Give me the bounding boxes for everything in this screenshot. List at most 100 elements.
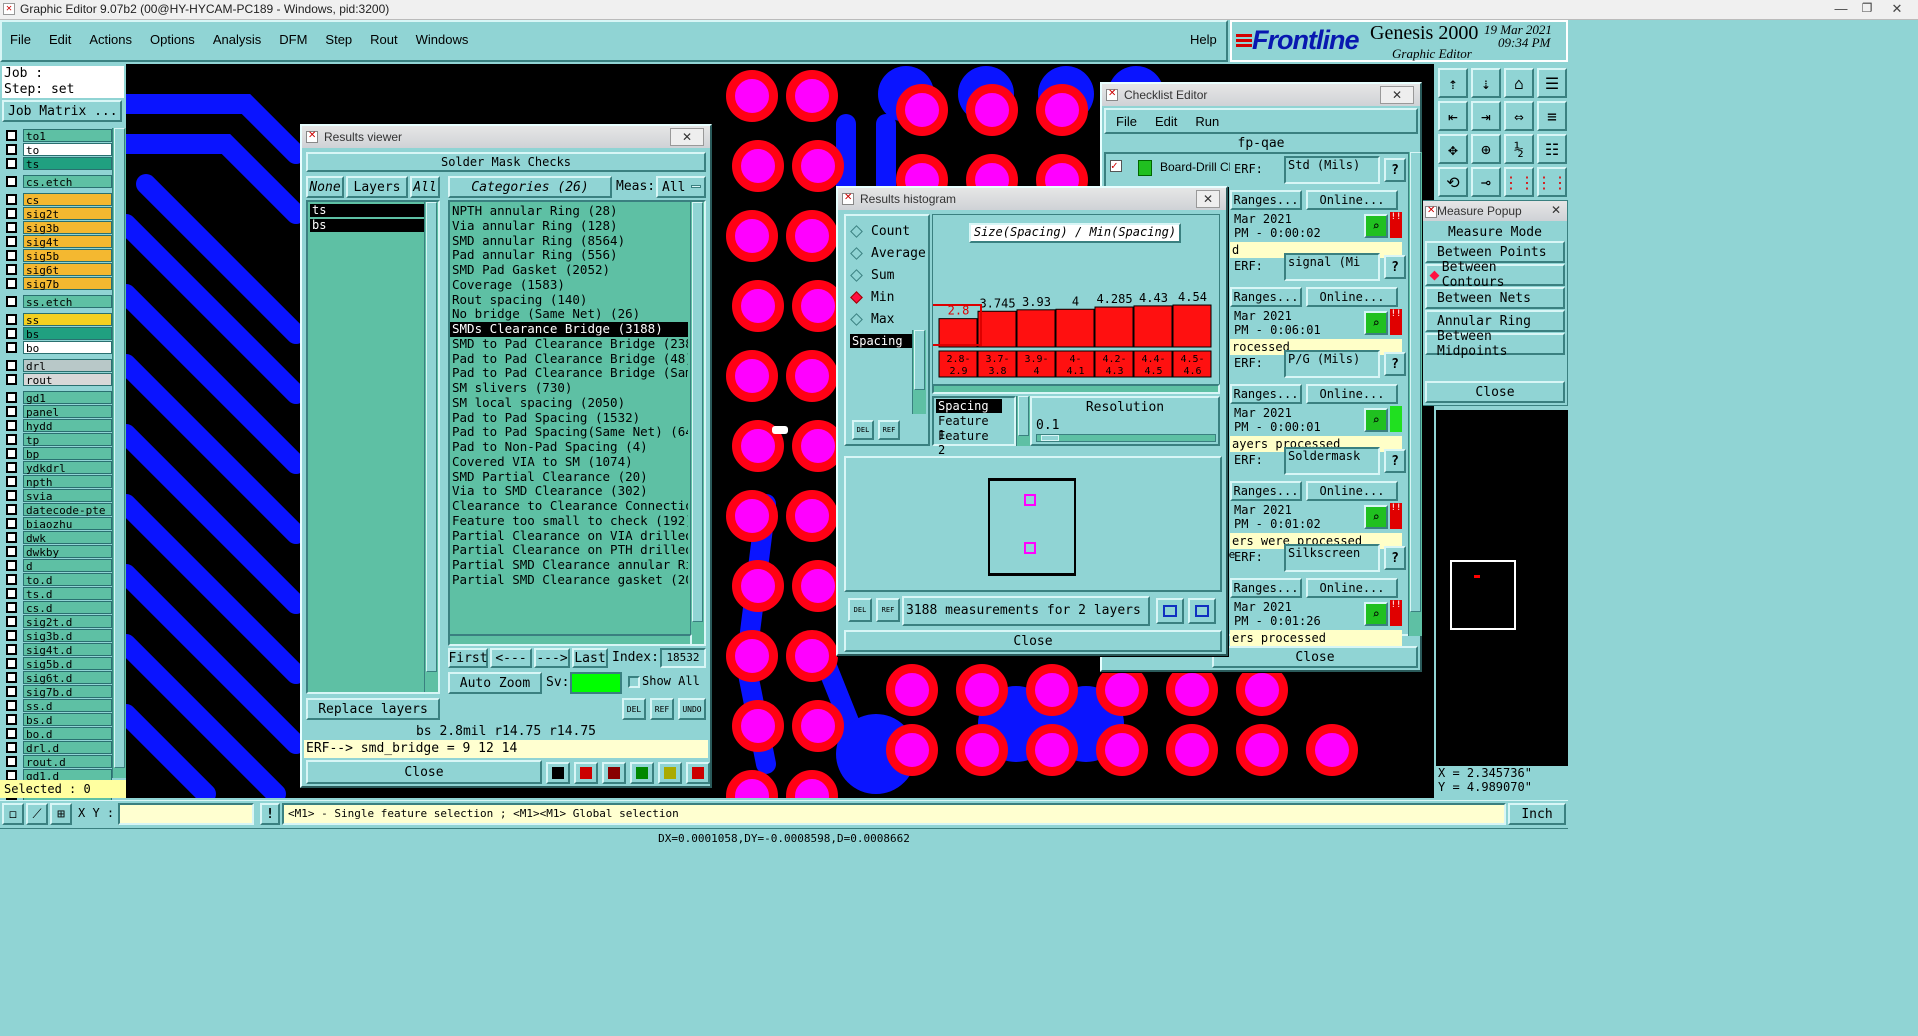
category-item[interactable]: Partial SMD Clearance annular Rin (450, 558, 688, 573)
ranges-button[interactable]: Ranges... (1230, 481, 1302, 501)
layer-checkbox[interactable] (6, 658, 17, 669)
stat-option-sum[interactable]: Sum (846, 264, 928, 286)
categories-button[interactable]: Categories (26) (448, 176, 612, 198)
zoom-tool-icon[interactable]: ◻ (2, 803, 24, 825)
menu-actions[interactable]: Actions (89, 32, 132, 47)
layer-row[interactable]: cs (0, 193, 112, 207)
layer-row[interactable]: rout (0, 373, 112, 387)
stat-option-max[interactable]: Max (846, 308, 928, 330)
histogram-close-x[interactable]: ✕ (1196, 190, 1220, 208)
layer-checkbox[interactable] (6, 574, 17, 585)
category-item[interactable]: Pad to Pad Clearance Bridge (Same (450, 366, 688, 381)
layer-checkbox[interactable] (6, 616, 17, 627)
category-item[interactable]: Clearance to Clearance Connection (450, 499, 688, 514)
home-icon[interactable]: ⌂ (1504, 68, 1534, 98)
minimize-button[interactable]: — (1830, 1, 1852, 17)
layer-row[interactable]: svia (0, 489, 112, 503)
layer-name[interactable]: to.d (23, 573, 112, 587)
apply-tool-icon[interactable] (630, 762, 654, 784)
layer-row[interactable]: npth (0, 475, 112, 489)
layer-name[interactable]: ts.d (23, 587, 112, 601)
ranges-button[interactable]: Ranges... (1230, 384, 1302, 404)
layer-row[interactable]: bp (0, 447, 112, 461)
layer-checkbox[interactable] (6, 504, 17, 515)
none-button[interactable]: None (306, 176, 344, 198)
layer-row[interactable]: d (0, 559, 112, 573)
layer-checkbox[interactable] (6, 434, 17, 445)
field-item[interactable]: Feature 2 (936, 429, 1002, 457)
layer-name[interactable]: sig3b.d (23, 629, 112, 643)
layer-name[interactable]: sig6t.d (23, 671, 112, 685)
help-button[interactable]: ? (1384, 158, 1406, 182)
layer-checkbox[interactable] (6, 644, 17, 655)
online-button[interactable]: Online... (1306, 578, 1398, 598)
category-item[interactable]: Via to SMD Clearance (302) (450, 484, 688, 499)
erf-value[interactable]: signal (Mi (1284, 253, 1380, 281)
route-icon[interactable]: ⋮⋮ (1536, 167, 1568, 197)
view-results-icon[interactable]: ⌕ (1364, 408, 1388, 432)
layer-select-list[interactable]: ts bs (306, 200, 440, 694)
menu-options[interactable]: Options (150, 32, 195, 47)
histogram-bar[interactable] (1172, 304, 1212, 348)
del-icon[interactable]: DEL (622, 698, 646, 720)
measure-mode-between-midpoints[interactable]: Between Midpoints (1425, 329, 1565, 359)
rv-layer-item[interactable]: bs (310, 219, 426, 232)
feature-preview[interactable] (844, 456, 1222, 592)
layer-name[interactable]: rout.d (23, 755, 112, 769)
layer-row[interactable]: sig4t.d (0, 643, 112, 657)
histogram-chart-area[interactable]: Size(Spacing) / Min(Spacing) 2.8 2.8- 2.9 3… (932, 214, 1220, 392)
layer-name[interactable]: drl.d (23, 741, 112, 755)
layer-name[interactable]: tp (23, 433, 112, 447)
category-item[interactable]: SM local spacing (2050) (450, 396, 688, 411)
units-dropdown[interactable]: Inch (1508, 803, 1566, 825)
layer-row[interactable]: bo (0, 341, 112, 355)
layer-checkbox[interactable] (6, 490, 17, 501)
category-item[interactable]: No bridge (Same Net) (26) (450, 307, 688, 322)
zoom-out-icon[interactable] (1188, 598, 1216, 624)
all-layers-button[interactable]: All (410, 176, 440, 198)
show-all-checkbox[interactable] (628, 676, 640, 688)
preview-ref-icon[interactable]: REF (876, 598, 900, 622)
center-icon[interactable]: ⊕ (1471, 134, 1501, 164)
layer-checkbox[interactable] (6, 756, 17, 767)
histogram-bar[interactable] (1016, 309, 1056, 348)
category-item[interactable]: Pad to Pad Spacing(Same Net) (64) (450, 425, 688, 440)
layer-checkbox[interactable] (6, 236, 17, 247)
ref-icon[interactable]: REF (650, 698, 674, 720)
layer-name[interactable]: ss.etch (23, 295, 112, 309)
layer-name[interactable]: to1 (23, 129, 112, 143)
layer-name[interactable]: sig2t.d (23, 615, 112, 629)
layer-checkbox[interactable] (6, 700, 17, 711)
chart-tool-icon[interactable] (686, 762, 710, 784)
first-button[interactable]: First (448, 648, 488, 668)
layer-name[interactable]: bo (23, 341, 112, 355)
histogram-bar[interactable] (938, 318, 978, 348)
layer-row[interactable]: sig2t (0, 207, 112, 221)
layer-row[interactable]: sig2t.d (0, 615, 112, 629)
index-field[interactable]: 18532 (660, 648, 706, 668)
layer-row[interactable]: sig5b.d (0, 657, 112, 671)
layer-name[interactable]: datecode-pte (23, 503, 112, 517)
view-results-icon[interactable]: ⌕ (1364, 214, 1388, 238)
measure-mode-between-contours[interactable]: Between Contours (1425, 260, 1565, 290)
last-button[interactable]: Last (572, 648, 608, 668)
layer-row[interactable]: sig3b.d (0, 629, 112, 643)
sv-color-dropdown[interactable] (570, 672, 622, 694)
layer-name[interactable]: ydkdrl (23, 461, 112, 475)
erf-value[interactable]: Soldermask (1284, 447, 1380, 475)
preview-del-icon[interactable]: DEL (848, 598, 872, 622)
record-tool-icon[interactable] (574, 762, 598, 784)
layer-row[interactable]: dwkby (0, 545, 112, 559)
menu-file[interactable]: File (10, 32, 31, 47)
histogram-close-button[interactable]: Close (844, 630, 1222, 652)
help-button[interactable]: ? (1384, 255, 1406, 279)
hist-ref-icon[interactable]: REF (878, 420, 900, 440)
measure-close-x[interactable]: ✕ (1551, 203, 1561, 217)
layer-name[interactable]: rout (23, 373, 112, 387)
category-item[interactable]: SMD Partial Clearance (20) (450, 470, 688, 485)
layer-checkbox[interactable] (6, 518, 17, 529)
stat-option-min[interactable]: Min (846, 286, 928, 308)
measure-tool-icon[interactable]: ⟋ (26, 803, 48, 825)
category-item[interactable]: Rout spacing (140) (450, 293, 688, 308)
checklist-menu-file[interactable]: File (1116, 114, 1137, 129)
